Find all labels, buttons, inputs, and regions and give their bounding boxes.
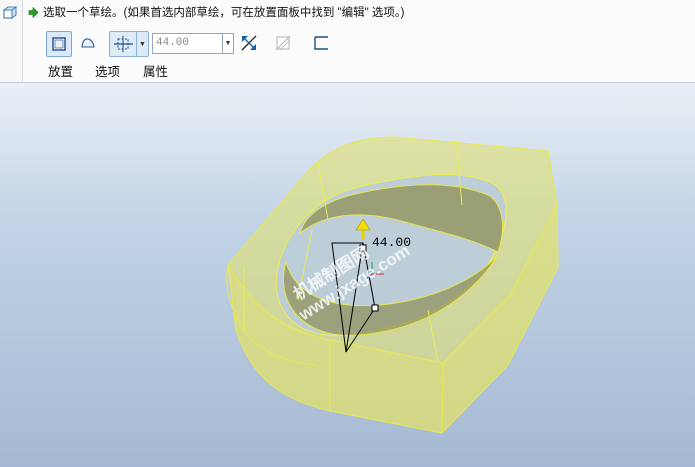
depth-option-button[interactable]: ▼: [109, 31, 149, 57]
tab-placement[interactable]: 放置: [48, 61, 73, 80]
solid-button[interactable]: [46, 31, 72, 57]
flip-direction-icon: [241, 35, 257, 51]
depth-blind-icon: [114, 36, 133, 52]
depth-field: ▼: [152, 33, 234, 54]
flip-direction-button[interactable]: [238, 31, 260, 55]
depth-value-input[interactable]: [153, 34, 222, 51]
prompt-text: 选取一个草绘。(如果首选内部草绘，可在放置面板中找到 "编辑" 选项。): [43, 7, 405, 19]
surface-icon: [81, 38, 95, 48]
drag-handle-depth[interactable]: [371, 304, 379, 312]
thicken-icon: [275, 35, 291, 51]
tab-properties[interactable]: 属性: [143, 61, 168, 80]
arrow-right-icon: [28, 6, 39, 18]
solid-icon: [52, 37, 66, 51]
thicken-button[interactable]: [272, 31, 294, 55]
remove-material-button[interactable]: [310, 31, 332, 55]
part-cube-icon[interactable]: [3, 6, 17, 20]
surface-button[interactable]: [76, 31, 100, 55]
graphics-viewport[interactable]: 44.00 机械制图网 www.jxage.com: [0, 83, 695, 467]
depth-value-dropdown[interactable]: ▼: [222, 34, 233, 53]
side-strip: [0, 0, 23, 82]
depth-option-dropdown[interactable]: ▼: [136, 32, 148, 56]
remove-material-icon: [314, 36, 328, 50]
message-prompt: 选取一个草绘。(如果首选内部草绘，可在放置面板中找到 "编辑" 选项。): [28, 4, 404, 20]
tab-options[interactable]: 选项: [95, 61, 120, 80]
dashboard-ribbon: 选取一个草绘。(如果首选内部草绘，可在放置面板中找到 "编辑" 选项。) ▼ ▼: [0, 0, 695, 83]
